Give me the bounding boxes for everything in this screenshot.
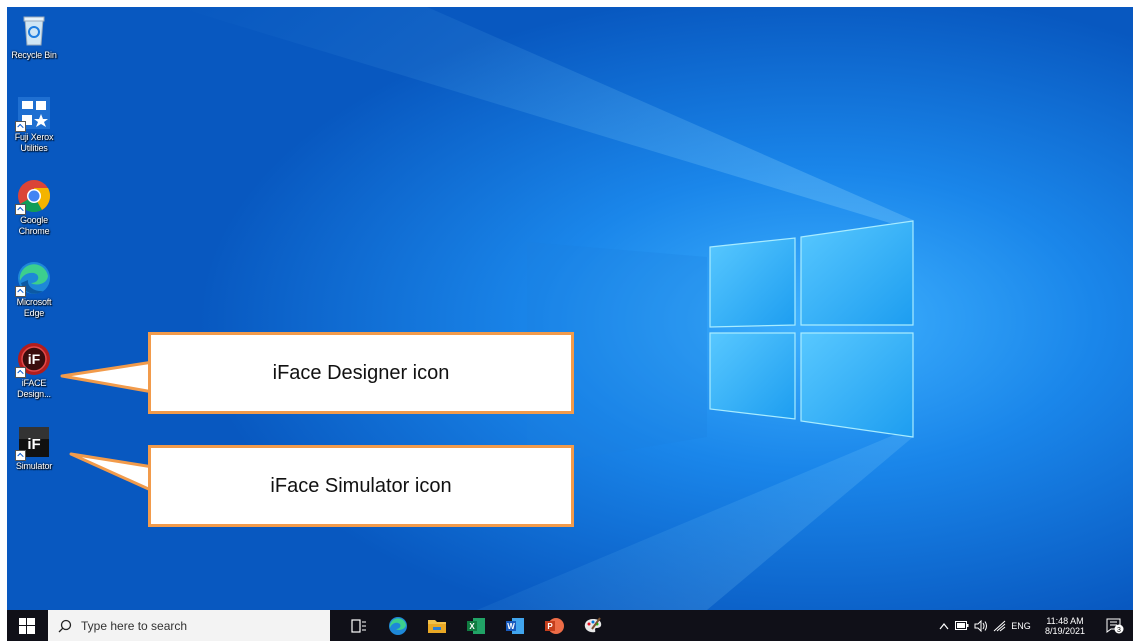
desktop-icon-label: Simulator xyxy=(15,461,53,471)
language-indicator[interactable]: ENG xyxy=(1010,610,1032,641)
shortcut-arrow-icon xyxy=(15,286,26,297)
file-explorer-icon xyxy=(428,619,446,633)
excel-icon: X xyxy=(467,617,485,634)
search-placeholder: Type here to search xyxy=(81,618,188,633)
shortcut-arrow-icon xyxy=(15,204,26,215)
desktop-icon-google-chrome[interactable]: Google Chrome xyxy=(9,179,59,237)
desktop-icon-fuji-xerox-utilities[interactable]: Fuji Xerox Utilities xyxy=(9,96,59,154)
wifi-indicator[interactable] xyxy=(991,610,1009,641)
fuji-xerox-utilities-icon xyxy=(15,96,51,132)
desktop-icon-iface-simulator[interactable]: iF Simulator xyxy=(9,425,59,472)
desktop-icon-recycle-bin[interactable]: Recycle Bin xyxy=(9,14,59,61)
desktop-icon-iface-designer[interactable]: iF iFACE Design... xyxy=(9,342,59,400)
excel-letter: X xyxy=(469,622,475,631)
action-center-button[interactable]: 3 xyxy=(1102,610,1128,641)
taskbar: Type here to search X W P ENG 11:48 AM 8… xyxy=(7,610,1133,641)
powerpoint-letter: P xyxy=(547,622,553,631)
iface-designer-glyph-text: iF xyxy=(28,351,41,367)
shortcut-arrow-icon xyxy=(15,450,26,461)
taskbar-file-explorer-button[interactable] xyxy=(419,610,455,641)
iface-simulator-glyph-text: iF xyxy=(27,436,40,453)
chevron-up-icon xyxy=(939,622,949,629)
volume-indicator[interactable] xyxy=(972,610,990,641)
clock[interactable]: 11:48 AM 8/19/2021 xyxy=(1035,610,1095,641)
designer-callout-text: iFace Designer icon xyxy=(272,361,450,384)
powerpoint-icon: P xyxy=(545,617,564,634)
simulator-callout-text: iFace Simulator icon xyxy=(270,474,452,497)
iface-simulator-icon: iF xyxy=(15,425,51,461)
start-button[interactable] xyxy=(7,610,47,641)
notification-icon: 3 xyxy=(1106,618,1124,634)
shortcut-arrow-icon xyxy=(15,121,26,132)
notification-count: 3 xyxy=(1117,627,1121,634)
desktop-icon-label: Google Chrome xyxy=(18,215,50,236)
chrome-icon xyxy=(15,179,51,215)
designer-callout: iFace Designer icon xyxy=(148,332,574,414)
word-letter: W xyxy=(507,622,515,631)
battery-indicator[interactable] xyxy=(953,610,971,641)
wifi-icon xyxy=(993,620,1006,631)
taskbar-excel-button[interactable]: X xyxy=(458,610,494,641)
show-hidden-icons-button[interactable] xyxy=(936,610,952,641)
task-view-icon xyxy=(351,618,366,633)
taskbar-powerpoint-button[interactable]: P xyxy=(536,610,572,641)
desktop-icon-microsoft-edge[interactable]: Microsoft Edge xyxy=(9,261,59,319)
edge-icon xyxy=(15,261,51,297)
recycle-bin-icon xyxy=(17,14,51,48)
desktop-icon-label: Microsoft Edge xyxy=(16,297,52,318)
desktop-icon-label: Fuji Xerox Utilities xyxy=(14,132,54,153)
iface-designer-icon: iF xyxy=(15,342,51,378)
desktop-screen: Recycle Bin Fuji Xerox Utilities Google … xyxy=(7,7,1133,641)
battery-icon xyxy=(955,621,969,630)
windows-logo-icon xyxy=(19,617,35,634)
search-icon xyxy=(58,619,72,632)
task-view-button[interactable] xyxy=(341,610,377,641)
edge-icon xyxy=(389,616,407,635)
simulator-callout: iFace Simulator icon xyxy=(148,445,574,527)
taskbar-word-button[interactable]: W xyxy=(497,610,533,641)
taskbar-edge-button[interactable] xyxy=(380,610,416,641)
shortcut-arrow-icon xyxy=(15,367,26,378)
taskbar-paint-button[interactable] xyxy=(575,610,611,641)
paint-icon xyxy=(584,616,602,632)
clock-date: 8/19/2021 xyxy=(1044,625,1086,636)
clock-time: 11:48 AM xyxy=(1046,615,1084,626)
desktop-icon-label: iFACE Design... xyxy=(17,378,51,399)
search-box[interactable]: Type here to search xyxy=(48,610,330,641)
speaker-icon xyxy=(974,619,987,632)
desktop-icon-label: Recycle Bin xyxy=(11,50,57,60)
word-icon: W xyxy=(506,617,524,634)
